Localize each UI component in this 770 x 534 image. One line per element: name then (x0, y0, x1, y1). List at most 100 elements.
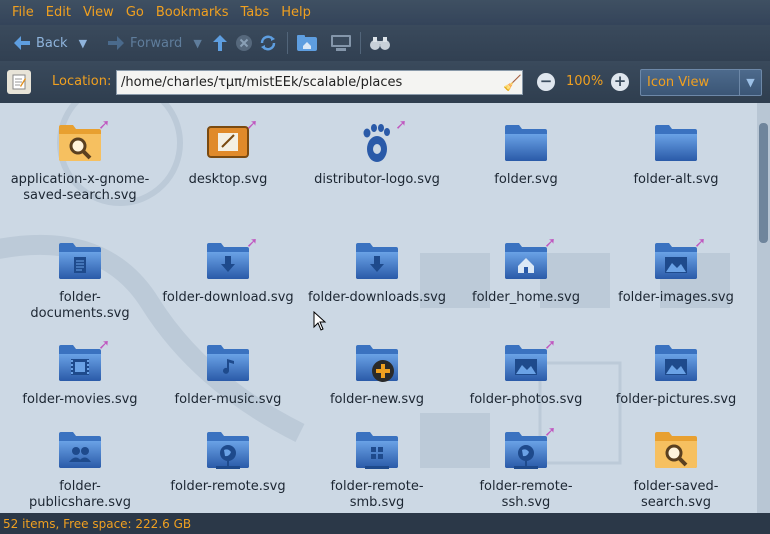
symlink-arrow-icon: ➚ (544, 235, 556, 251)
scrollbar-thumb[interactable] (759, 123, 768, 243)
file-item[interactable]: folder-downloads.svg (303, 239, 451, 306)
toolbar-separator (359, 32, 361, 54)
file-name: folder-documents.svg (30, 290, 130, 321)
folder-icon (652, 121, 700, 165)
home-button[interactable] (296, 32, 318, 54)
up-button[interactable] (209, 32, 231, 54)
file-name: folder-images.svg (618, 290, 734, 305)
file-item[interactable]: ➚ application-x-gnome-saved-search.svg (6, 117, 154, 204)
menu-bookmarks[interactable]: Bookmarks (150, 5, 235, 20)
menu-go[interactable]: Go (120, 5, 150, 20)
file-name: folder.svg (494, 172, 558, 187)
reload-icon (260, 35, 276, 51)
folder-remote-smb-icon (353, 428, 401, 472)
view-mode-value: Icon View (647, 75, 710, 90)
folder-remote-icon (204, 428, 252, 472)
file-item[interactable]: ➚ folder-download.svg (154, 235, 302, 306)
file-name: folder-new.svg (329, 392, 425, 407)
folder-icon (502, 121, 550, 165)
folder-images-icon: ➚ (652, 235, 706, 283)
folder-movies-icon: ➚ (56, 337, 110, 385)
toolbar: Back ▼ Forward ▼ (0, 25, 770, 61)
file-item[interactable]: folder-music.svg (154, 341, 302, 408)
file-name: desktop.svg (188, 172, 268, 187)
chevron-down-icon: ▼ (739, 70, 761, 95)
saved-search-icon: ➚ (56, 117, 110, 165)
file-item[interactable]: folder-remote-smb.svg (303, 428, 451, 511)
file-item[interactable]: folder-publicshare.svg (6, 428, 154, 511)
reload-button[interactable] (257, 32, 279, 54)
location-label: Location: (52, 74, 112, 89)
file-item[interactable]: folder-alt.svg (602, 121, 750, 188)
menu-tabs[interactable]: Tabs (234, 5, 275, 20)
file-name: folder-photos.svg (469, 392, 583, 407)
file-name: folder-pictures.svg (615, 392, 737, 407)
toolbar-separator (286, 32, 288, 54)
file-item[interactable]: ➚ folder-movies.svg (6, 337, 154, 408)
menu-help[interactable]: Help (275, 5, 317, 20)
note-edit-icon (12, 74, 26, 90)
gnome-foot-icon: ➚ (353, 117, 407, 165)
file-item[interactable]: folder-pictures.svg (602, 341, 750, 408)
back-label: Back (36, 35, 68, 51)
menu-edit[interactable]: Edit (40, 5, 77, 20)
back-button[interactable]: Back ▼ (8, 29, 92, 57)
symlink-arrow-icon: ➚ (694, 235, 706, 251)
file-item[interactable]: folder-remote.svg (154, 428, 302, 495)
forward-button[interactable]: Forward ▼ (102, 29, 207, 57)
forward-label: Forward (130, 35, 183, 51)
file-name: folder-movies.svg (22, 392, 138, 407)
location-input[interactable] (116, 70, 523, 95)
file-item[interactable]: folder-saved-search.svg (602, 428, 750, 511)
menu-view[interactable]: View (77, 5, 120, 20)
location-bar: Location: 🧹 − 100% + Icon View ▼ (0, 61, 770, 103)
file-name: folder-remote-smb.svg (330, 479, 424, 510)
file-name: folder-publicshare.svg (28, 479, 131, 510)
file-name: folder-downloads.svg (307, 290, 447, 305)
zoom-level: 100% (566, 74, 604, 89)
file-name: application-x-gnome-saved-search.svg (10, 172, 150, 203)
folder-new-icon (353, 341, 401, 385)
menu-file[interactable]: File (6, 5, 40, 20)
zoom-in-icon[interactable]: + (611, 73, 629, 91)
view-mode-select[interactable]: Icon View ▼ (640, 69, 762, 96)
file-item[interactable]: ➚ folder-photos.svg (452, 337, 600, 408)
mouse-cursor (313, 311, 327, 331)
desktop-icon: ➚ (204, 117, 258, 165)
symlink-arrow-icon: ➚ (98, 117, 110, 133)
file-name: folder-remote.svg (170, 479, 286, 494)
home-folder-icon (296, 35, 317, 51)
folder-images-icon (652, 341, 700, 385)
symlink-arrow-icon: ➚ (544, 337, 556, 353)
file-manager-window: File Edit View Go Bookmarks Tabs Help Ba… (0, 0, 770, 534)
file-item[interactable]: ➚ folder-images.svg (602, 235, 750, 306)
computer-button[interactable] (330, 32, 352, 54)
zoom-out-icon[interactable]: − (537, 73, 555, 91)
file-name: folder-remote-ssh.svg (479, 479, 573, 510)
file-icon-view[interactable]: ➚ application-x-gnome-saved-search.svg ➚ de… (0, 103, 757, 513)
clear-location-icon[interactable]: 🧹 (503, 74, 522, 92)
file-name: folder-download.svg (162, 290, 294, 305)
edit-location-button[interactable] (7, 70, 31, 94)
file-item[interactable]: folder-new.svg (303, 341, 451, 408)
folder-images-icon: ➚ (502, 337, 556, 385)
file-item[interactable]: ➚ folder_home.svg (452, 235, 600, 306)
folder-remote-icon: ➚ (502, 424, 556, 472)
symlink-arrow-icon: ➚ (246, 235, 258, 251)
arrow-up-icon (212, 35, 227, 51)
stop-button[interactable] (233, 32, 255, 54)
file-name: folder_home.svg (472, 290, 580, 305)
file-item[interactable]: folder-documents.svg (6, 239, 154, 322)
chevron-down-icon[interactable]: ▼ (193, 37, 201, 50)
file-item[interactable]: ➚ desktop.svg (154, 117, 302, 188)
chevron-down-icon[interactable]: ▼ (79, 37, 87, 50)
status-bar: 52 items, Free space: 222.6 GB (0, 513, 770, 534)
symlink-arrow-icon: ➚ (544, 424, 556, 440)
folder-download-icon: ➚ (204, 235, 258, 283)
file-item[interactable]: ➚ distributor-logo.svg (303, 117, 451, 188)
search-button[interactable] (369, 32, 391, 54)
file-item[interactable]: folder.svg (452, 121, 600, 188)
file-item[interactable]: ➚ folder-remote-ssh.svg (452, 424, 600, 511)
saved-search-icon (652, 428, 700, 472)
vertical-scrollbar[interactable] (757, 103, 770, 513)
